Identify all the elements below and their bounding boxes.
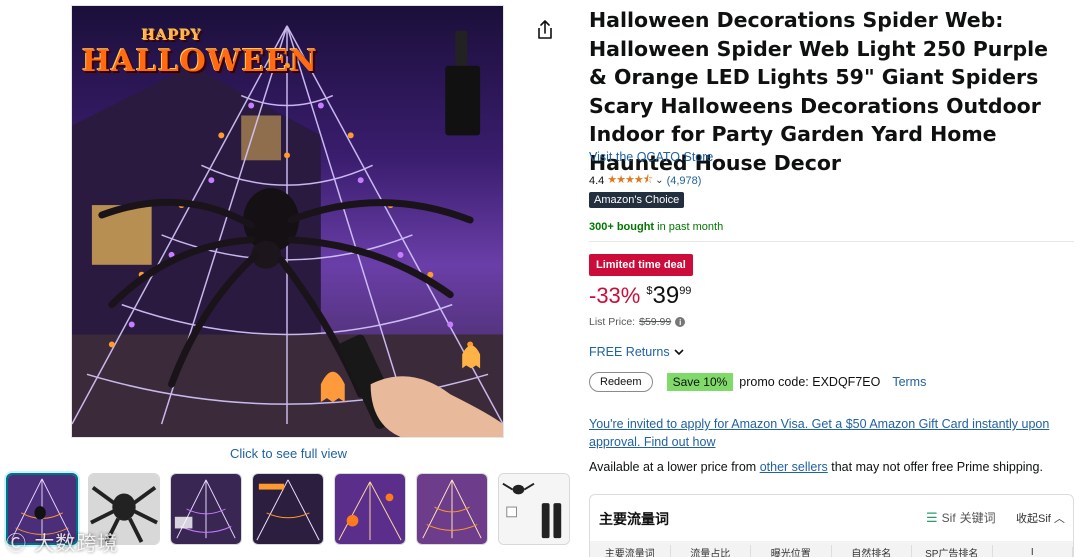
thumbnail-5[interactable] xyxy=(334,473,406,545)
sif-panel-title: 主要流量词 xyxy=(599,512,669,528)
sif-col-header[interactable]: 曝光位置 xyxy=(751,544,832,557)
bought-in-past-month: 300+ bought in past month xyxy=(589,221,723,233)
info-icon[interactable]: i xyxy=(675,317,686,327)
thumbnail-3[interactable] xyxy=(170,473,242,545)
sif-col-header[interactable]: 主要流量词 xyxy=(590,544,671,557)
sif-logo-text: Sif xyxy=(941,510,956,525)
share-icon[interactable] xyxy=(535,19,555,41)
chevron-up-icon: ︿ xyxy=(1053,513,1065,525)
image-overlay-happy: HAPPY xyxy=(142,28,203,44)
sif-traffic-panel: 主要流量词 ☰ Sif 关键词 收起Sif ︿ 主要流量词 流量占比 曝光位置 … xyxy=(589,494,1074,557)
thumbnail-4[interactable] xyxy=(252,473,324,545)
sif-collapse-label: 收起Sif xyxy=(1016,513,1051,525)
sif-logo-icon: ☰ xyxy=(926,509,938,525)
sif-keywords-button[interactable]: ☰ Sif 关键词 xyxy=(926,509,996,526)
sif-col-header[interactable]: 流量占比 xyxy=(671,544,751,557)
sif-col-header[interactable]: SP广告排名 xyxy=(912,544,993,557)
rating-row: 4.4 ★★★★⯪ ⌄ (4,978) xyxy=(589,171,701,190)
other-sellers-link[interactable]: other sellers xyxy=(760,460,828,474)
limited-time-deal-badge: Limited time deal xyxy=(589,254,693,276)
thumbnail-6[interactable] xyxy=(416,473,488,545)
free-returns-label: FREE Returns xyxy=(589,345,670,359)
list-price-label: List Price: xyxy=(589,316,636,328)
star-rating-icon[interactable]: ★★★★⯪ xyxy=(607,171,653,190)
price-whole: 39 xyxy=(652,282,680,309)
thumbnail-7[interactable] xyxy=(498,473,570,545)
divider xyxy=(589,241,1074,242)
review-count-link[interactable]: (4,978) xyxy=(667,175,702,187)
lower-price-text: Available at a lower price from xyxy=(589,460,760,474)
promo-code-text: promo code: EXDQF7EO xyxy=(739,375,881,389)
rating-value: 4.4 xyxy=(589,174,605,187)
price-fraction: 99 xyxy=(679,285,692,297)
free-returns-link[interactable]: FREE Returns xyxy=(589,345,684,359)
sif-table-header: 主要流量词 流量占比 曝光位置 自然排名 SP广告排名 I xyxy=(590,541,1073,557)
image-overlay-title: HAPPY HALLOWEEN xyxy=(82,28,318,79)
sif-keywords-label: 关键词 xyxy=(959,511,996,525)
amazons-choice-badge: Amazon's Choice xyxy=(589,192,685,208)
bought-suffix: in past month xyxy=(654,221,724,233)
chevron-down-icon[interactable]: ⌄ xyxy=(655,175,663,186)
amazon-visa-offer-link[interactable]: You're invited to apply for Amazon Visa.… xyxy=(589,415,1069,451)
bought-count: 300+ bought xyxy=(589,221,655,233)
click-to-see-full-view-link[interactable]: Click to see full view xyxy=(230,446,347,461)
list-price: List Price: $59.99 i xyxy=(589,316,686,328)
image-overlay-halloween: HALLOWEEN xyxy=(82,44,318,79)
price-row: -33% $ 39 99 xyxy=(589,281,691,311)
store-link[interactable]: Visit the OCATO Store xyxy=(589,150,713,164)
sif-collapse-button[interactable]: 收起Sif ︿ xyxy=(1016,510,1065,526)
promo-row: Redeem Save 10% promo code: EXDQF7EO Ter… xyxy=(589,372,926,392)
main-product-image[interactable]: HAPPY HALLOWEEN xyxy=(71,5,504,438)
save-coupon-badge: Save 10% xyxy=(666,373,734,391)
sif-col-header[interactable]: I xyxy=(993,546,1073,557)
chevron-down-icon xyxy=(674,349,684,356)
discount-percentage: -33% xyxy=(589,283,641,308)
lower-price-suffix: that may not offer free Prime shipping. xyxy=(827,460,1043,474)
list-price-value: $59.99 xyxy=(639,316,672,328)
watermark: Ⓒ 大数跨境 xyxy=(6,531,119,555)
terms-link[interactable]: Terms xyxy=(892,375,926,389)
sif-col-header[interactable]: 自然排名 xyxy=(832,544,912,557)
lower-price-notice: Available at a lower price from other se… xyxy=(589,460,1043,474)
redeem-button[interactable]: Redeem xyxy=(589,372,653,392)
